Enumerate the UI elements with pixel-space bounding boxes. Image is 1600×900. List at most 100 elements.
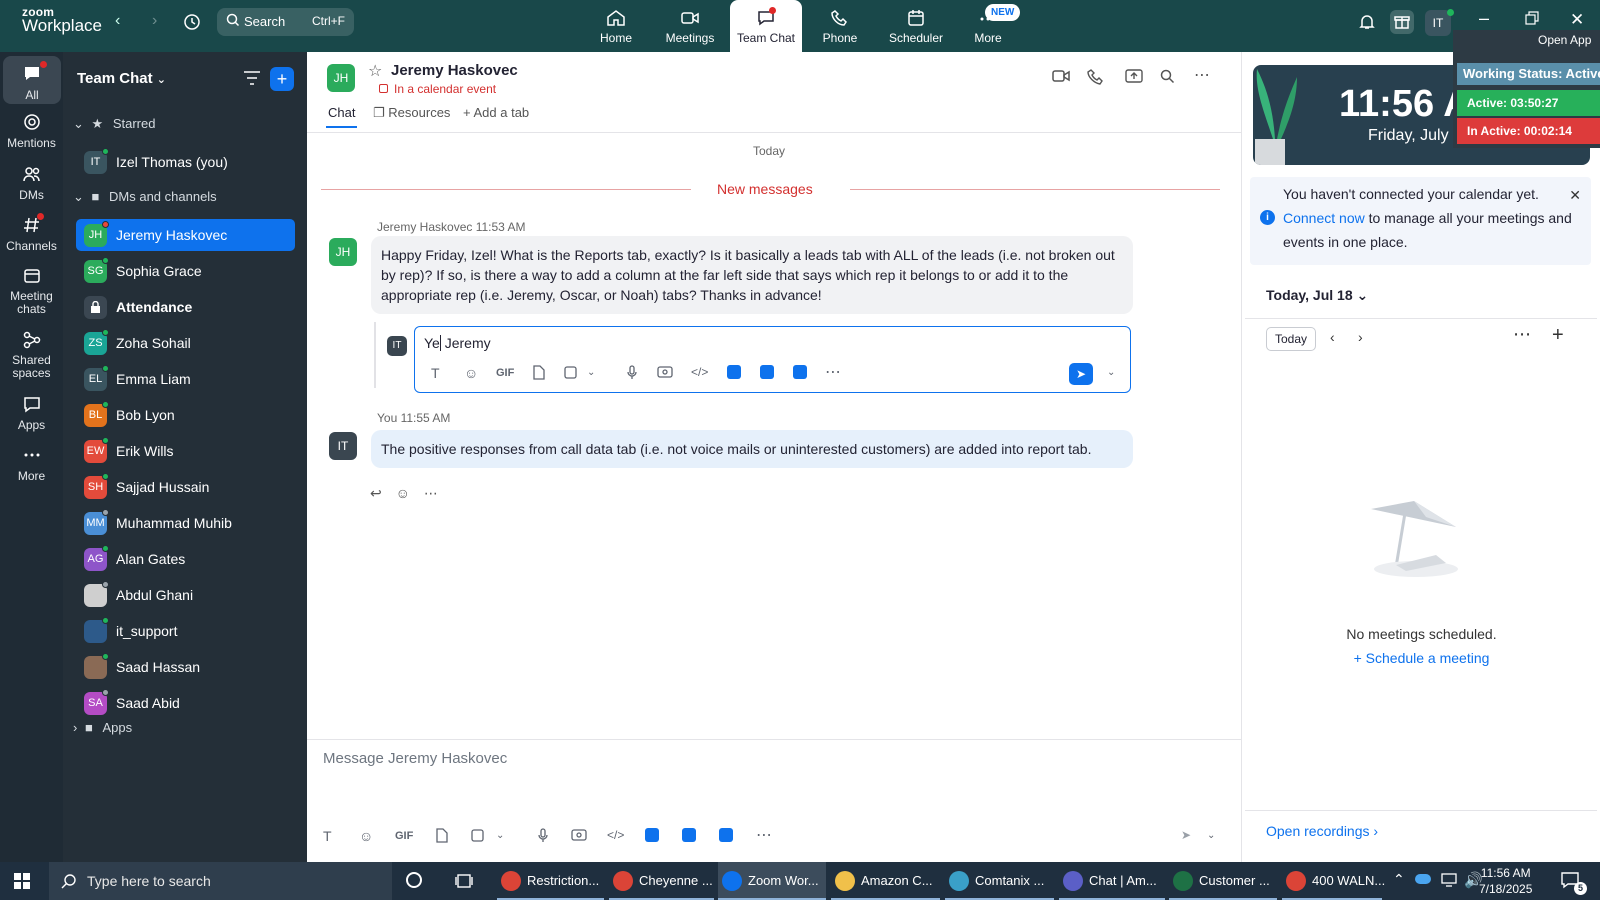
rail-channels[interactable]: Channels: [0, 213, 63, 253]
rail-more[interactable]: More: [0, 445, 63, 483]
close-banner-icon[interactable]: ✕: [1569, 183, 1581, 207]
rail-mentions[interactable]: Mentions: [0, 112, 63, 150]
forward-arrow-icon[interactable]: ›: [152, 12, 157, 30]
sidebar-item-emma-liam[interactable]: EL Emma Liam: [76, 363, 295, 395]
app-icon-3[interactable]: [793, 365, 807, 382]
screenshot-icon[interactable]: [564, 365, 579, 383]
section-starred[interactable]: ⌄ ★ Starred: [73, 116, 155, 132]
cortana-icon[interactable]: [406, 872, 422, 888]
sidebar-item-bob-lyon[interactable]: BL Bob Lyon: [76, 399, 295, 431]
history-icon[interactable]: [183, 13, 201, 36]
emoji-icon[interactable]: ☺: [359, 828, 373, 844]
sidebar-item-attendance[interactable]: Attendance: [76, 291, 295, 323]
open-recordings-link[interactable]: Open recordings ›: [1266, 823, 1378, 839]
sidebar-item-erik-wills[interactable]: EW Erik Wills: [76, 435, 295, 467]
taskbar-app[interactable]: Zoom Wor...: [718, 862, 826, 900]
file-icon[interactable]: [532, 365, 545, 383]
next-day-icon[interactable]: ›: [1358, 329, 1363, 345]
app-icon-2[interactable]: [760, 365, 774, 382]
taskbar-app[interactable]: Customer ...: [1169, 862, 1277, 900]
microphone-icon[interactable]: [537, 828, 549, 846]
minimize-icon[interactable]: –: [1479, 8, 1489, 29]
add-event-icon[interactable]: +: [1552, 324, 1564, 347]
emoji-icon[interactable]: ☺: [464, 365, 478, 381]
gift-icon[interactable]: [1390, 10, 1414, 34]
schedule-meeting-link[interactable]: + Schedule a meeting: [1242, 650, 1600, 666]
calendar-date-selector[interactable]: Today, Jul 18 ⌄: [1266, 287, 1368, 304]
sidebar-title[interactable]: Team Chat ⌄: [77, 70, 166, 87]
message-avatar[interactable]: IT: [329, 432, 357, 460]
taskbar-app[interactable]: Cheyenne ...: [609, 862, 714, 900]
reply-icon[interactable]: ↩: [370, 485, 382, 501]
filter-icon[interactable]: [243, 70, 261, 89]
network-icon[interactable]: [1441, 873, 1457, 890]
rail-all[interactable]: All: [3, 56, 61, 104]
taskbar-app[interactable]: 400 WALN...: [1282, 862, 1385, 900]
rail-shared-spaces[interactable]: Shared spaces: [0, 330, 63, 380]
text-format-icon[interactable]: T: [431, 365, 440, 381]
sidebar-item-izel-thomas[interactable]: IT Izel Thomas (you): [76, 146, 295, 178]
tab-scheduler[interactable]: Scheduler: [880, 0, 952, 52]
sidebar-item-it-support[interactable]: it_support: [76, 615, 295, 647]
tab-chat[interactable]: Chat: [325, 105, 358, 128]
tab-meetings[interactable]: Meetings: [654, 0, 726, 52]
chat-title[interactable]: Jeremy Haskovec: [391, 62, 518, 79]
taskbar-app[interactable]: Comtanix ...: [945, 862, 1054, 900]
system-clock[interactable]: 11:56 AM 7/18/2025: [1479, 865, 1532, 897]
taskbar-app[interactable]: Amazon C...: [831, 862, 940, 900]
sidebar-item-alan-gates[interactable]: AG Alan Gates: [76, 543, 295, 575]
taskbar-search[interactable]: Type here to search: [49, 862, 392, 900]
message-sender[interactable]: You: [377, 411, 397, 425]
video-call-icon[interactable]: [1052, 69, 1070, 86]
calendar-more-icon[interactable]: ⋯: [1513, 324, 1531, 345]
sidebar-item-jeremy-haskovec[interactable]: JH Jeremy Haskovec: [76, 219, 295, 251]
taskbar-app[interactable]: Chat | Am...: [1059, 862, 1165, 900]
message-sender[interactable]: Jeremy Haskovec: [377, 220, 472, 234]
message-more-icon[interactable]: ⋯: [424, 485, 438, 501]
screenshot-icon[interactable]: [471, 828, 486, 846]
task-view-icon[interactable]: [455, 873, 473, 892]
app-icon-3[interactable]: [719, 828, 733, 845]
sidebar-item-saad-hassan[interactable]: Saad Hassan: [76, 651, 295, 683]
microphone-icon[interactable]: [626, 365, 638, 383]
rail-dms[interactable]: DMs: [0, 164, 63, 202]
chevron-down-icon[interactable]: ⌄: [496, 830, 504, 841]
windows-start-icon[interactable]: [14, 873, 30, 889]
tab-phone[interactable]: Phone: [804, 0, 876, 52]
chevron-down-icon[interactable]: ⌄: [587, 367, 595, 378]
search-box[interactable]: Search Ctrl+F: [217, 8, 354, 36]
send-options-icon[interactable]: ⌄: [1207, 830, 1215, 841]
video-message-icon[interactable]: [657, 365, 673, 382]
message-input[interactable]: Message Jeremy Haskovec: [323, 750, 507, 767]
sidebar-item-sajjad-hussain[interactable]: SH Sajjad Hussain: [76, 471, 295, 503]
bell-icon[interactable]: [1358, 13, 1376, 35]
tab-add[interactable]: + Add a tab: [463, 105, 529, 120]
code-icon[interactable]: </>: [607, 828, 624, 842]
restore-icon[interactable]: [1525, 11, 1539, 29]
reply-text[interactable]: Ye Jeremy: [424, 335, 491, 351]
connect-now-link[interactable]: Connect now: [1283, 210, 1365, 226]
tab-home[interactable]: Home: [580, 0, 652, 52]
prev-day-icon[interactable]: ‹: [1330, 329, 1335, 345]
sidebar-item-sophia-grace[interactable]: SG Sophia Grace: [76, 255, 295, 287]
tab-resources[interactable]: ❐ Resources: [373, 105, 450, 121]
open-app-button[interactable]: Open App: [1538, 33, 1591, 47]
video-message-icon[interactable]: [571, 828, 587, 845]
text-format-icon[interactable]: T: [323, 828, 332, 844]
reply-input[interactable]: Ye Jeremy T ☺ GIF ⌄ </> ⋯ ➤ ⌄: [414, 326, 1131, 393]
send-disabled-icon[interactable]: ➤: [1181, 828, 1191, 842]
app-icon-1[interactable]: [727, 365, 741, 382]
today-button[interactable]: Today: [1266, 327, 1316, 351]
code-icon[interactable]: </>: [691, 365, 708, 379]
tab-team-chat[interactable]: Team Chat: [730, 0, 802, 52]
more-tools-icon[interactable]: ⋯: [825, 362, 841, 382]
back-arrow-icon[interactable]: ‹: [115, 12, 120, 30]
add-reaction-icon[interactable]: ☺: [396, 485, 410, 501]
search-icon[interactable]: [1160, 69, 1175, 87]
gif-button[interactable]: GIF: [496, 367, 514, 379]
gif-button[interactable]: GIF: [395, 830, 413, 842]
message-avatar[interactable]: JH: [329, 238, 357, 266]
onedrive-icon[interactable]: [1415, 874, 1431, 884]
app-icon-1[interactable]: [645, 828, 659, 845]
close-icon[interactable]: ✕: [1570, 10, 1584, 30]
